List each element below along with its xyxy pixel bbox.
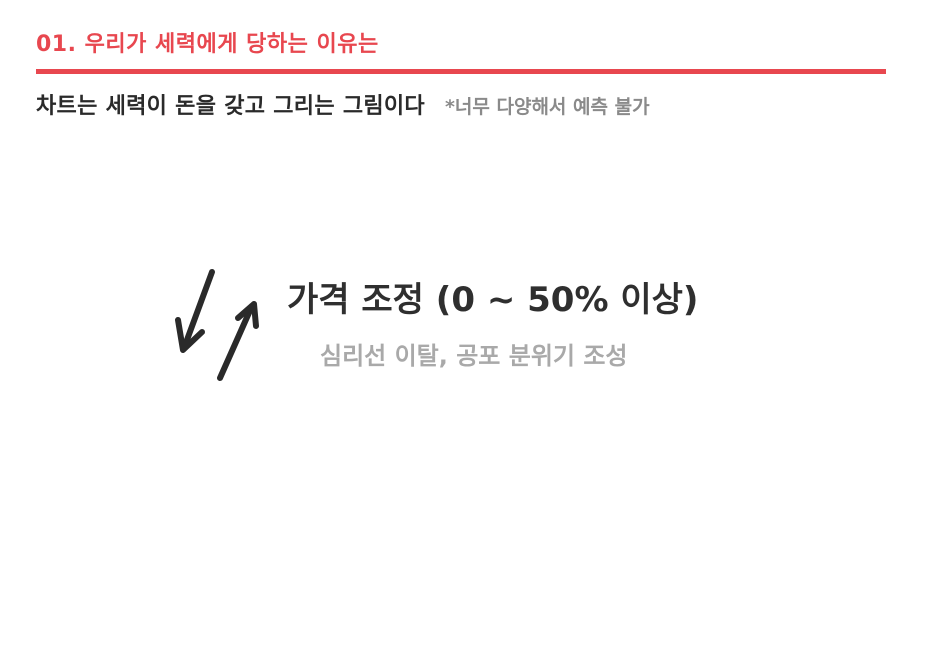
title-divider	[36, 69, 886, 74]
up-down-arrows-icon	[175, 269, 259, 381]
down-arrow-icon	[175, 269, 215, 353]
section-title: 01. 우리가 세력에게 당하는 이유는	[36, 32, 379, 57]
main-heading: 가격 조정 (0 ~ 50% 이상)	[287, 280, 699, 320]
main-description: 심리선 이탈, 공포 분위기 조성	[320, 342, 628, 370]
subtitle-text: 차트는 세력이 돈을 갖고 그리는 그림이다	[36, 94, 425, 119]
subtitle-note: *너무 다양해서 예측 불가	[444, 96, 650, 118]
slide: 01. 우리가 세력에게 당하는 이유는 차트는 세력이 돈을 갖고 그리는 그…	[0, 0, 935, 661]
subtitle-row: 차트는 세력이 돈을 갖고 그리는 그림이다 *너무 다양해서 예측 불가	[36, 88, 650, 120]
up-arrow-icon	[217, 301, 259, 381]
